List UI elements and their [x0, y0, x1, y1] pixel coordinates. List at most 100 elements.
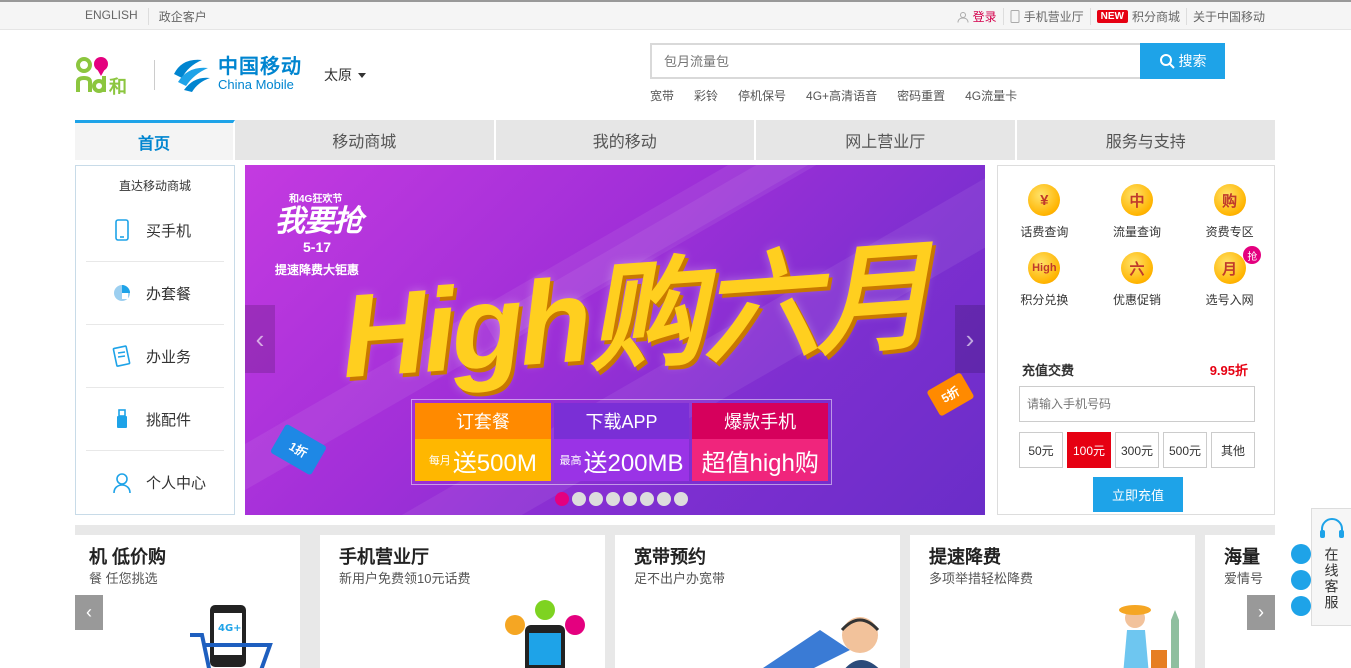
chevron-right-icon: › — [1258, 602, 1264, 622]
chevron-left-icon: ‹ — [86, 602, 92, 622]
hotword-link[interactable]: 彩铃 — [694, 87, 718, 104]
banner-dot[interactable] — [606, 492, 620, 506]
hot-tag-badge: 抢 — [1243, 246, 1262, 264]
hotword-link[interactable]: 密码重置 — [897, 87, 945, 104]
search-button-label: 搜索 — [1178, 53, 1207, 69]
search-bar: 搜索 — [650, 43, 1225, 79]
search-button[interactable]: 搜索 — [1140, 43, 1225, 79]
city-selector[interactable]: 太原 — [324, 65, 366, 85]
menu-item-buy-phone[interactable]: 买手机 — [86, 199, 224, 262]
banner-dot[interactable] — [555, 492, 569, 506]
banner-dot[interactable] — [657, 492, 671, 506]
promo-banner[interactable]: 和4G狂欢节 我要抢 5-17 提速降费大钜惠 High购六月 1折 5折 订套… — [245, 165, 985, 515]
logo-cn-text: 中国移动 — [218, 56, 302, 78]
menu-item-label: 个人中心 — [146, 475, 207, 492]
phone-number-input[interactable] — [1019, 386, 1255, 422]
amount-option[interactable]: 500元 — [1163, 432, 1207, 468]
menu-item-personal-center[interactable]: 个人中心 — [86, 451, 224, 514]
offer-detail: 每月 送500M — [415, 439, 551, 481]
phone-hall-link[interactable]: 手机营业厅 — [1004, 8, 1091, 25]
hotword-link[interactable]: 4G+高清语音 — [806, 87, 877, 104]
banner-next-button[interactable]: › — [955, 305, 985, 373]
quick-label: 资费专区 — [1205, 225, 1254, 239]
recharge-discount: 9.95折 — [1209, 363, 1248, 378]
china-mobile-text: 中国移动 China Mobile — [218, 56, 302, 92]
quick-number-select[interactable]: 月 抢 选号入网 — [1183, 246, 1276, 308]
online-service-button[interactable]: 在线客服 — [1311, 508, 1351, 626]
about-link[interactable]: 关于中国移动 — [1187, 8, 1271, 25]
top-bar-left: ENGLISH 政企客户 — [75, 8, 217, 25]
english-link[interactable]: ENGLISH — [75, 8, 149, 25]
amount-option-selected[interactable]: 100元 — [1067, 432, 1111, 468]
promo-icon: 六 — [1120, 252, 1153, 284]
banner-dot[interactable] — [623, 492, 637, 506]
quick-label: 话费查询 — [1020, 225, 1069, 239]
quick-data-query[interactable]: 中 流量查询 — [1091, 184, 1184, 240]
recharge-amounts: 50元 100元 300元 500元 其他 — [1019, 432, 1255, 468]
offer-app[interactable]: 下载APP 最高 送200MB — [553, 403, 690, 481]
quick-label: 选号入网 — [1205, 293, 1254, 307]
logo-en-text: China Mobile — [218, 77, 294, 92]
china-mobile-logo[interactable]: 中国移动 China Mobile — [168, 52, 318, 96]
recharge-now-button[interactable]: 立即充值 — [1093, 477, 1183, 512]
tariff-icon: 购 — [1213, 184, 1246, 216]
float-user-icon[interactable] — [1291, 544, 1311, 564]
headset-icon — [1319, 518, 1344, 538]
tab-online-hall[interactable]: 网上营业厅 — [756, 120, 1017, 160]
offer-package[interactable]: 订套餐 每月 送500M — [415, 403, 551, 481]
amount-option[interactable]: 300元 — [1115, 432, 1159, 468]
menu-item-accessories[interactable]: 挑配件 — [86, 388, 224, 451]
svg-text:和: 和 — [109, 77, 127, 96]
float-top-icon[interactable] — [1291, 596, 1311, 616]
banner-dot[interactable] — [572, 492, 586, 506]
offer-phone[interactable]: 爆款手机 超值high购 — [692, 403, 829, 481]
menu-item-business[interactable]: 办业务 — [86, 325, 224, 388]
mobile-icon — [1010, 10, 1020, 23]
carousel-prev-button[interactable]: ‹ — [75, 595, 103, 630]
about-label: 关于中国移动 — [1192, 10, 1265, 24]
and-logo[interactable]: 和 — [75, 52, 145, 96]
tab-mobile-mall[interactable]: 移动商城 — [235, 120, 496, 160]
quick-tariff-zone[interactable]: 购 资费专区 — [1183, 184, 1276, 240]
search-input[interactable] — [650, 43, 1140, 79]
amount-option[interactable]: 50元 — [1019, 432, 1063, 468]
card-title: 机 低价购 — [89, 547, 167, 567]
enterprise-link[interactable]: 政企客户 — [149, 8, 217, 25]
hot-keywords: 宽带 彩铃 停机保号 4G+高清语音 密码重置 4G流量卡 — [650, 87, 1017, 104]
feature-card[interactable]: 提速降费 多项举措轻松降费 — [910, 535, 1195, 668]
offer-prefix: 最高 — [559, 455, 582, 467]
banner-dot[interactable] — [640, 492, 654, 506]
hotword-link[interactable]: 4G流量卡 — [965, 87, 1017, 104]
quick-bill-query[interactable]: ¥ 话费查询 — [998, 184, 1091, 240]
tab-home[interactable]: 首页 — [75, 120, 235, 160]
feature-card[interactable]: 机 低价购 餐 任您挑选 4G+ — [75, 535, 300, 668]
banner-headline: High购六月 — [336, 230, 933, 404]
banner-offers: 订套餐 每月 送500M 下载APP 最高 送200MB 爆款手机 超值high购 — [411, 399, 832, 485]
service-panel: ¥ 话费查询 中 流量查询 购 资费专区 High 积分兑换 六 优惠促销 月 … — [997, 165, 1275, 515]
feature-card[interactable]: 手机营业厅 新用户免费领10元话费 — [320, 535, 605, 668]
carousel-next-button[interactable]: › — [1247, 595, 1275, 630]
card-title: 宽带预约 — [634, 547, 706, 567]
city-label: 太原 — [324, 67, 352, 83]
banner-dot[interactable] — [589, 492, 603, 506]
banner-prev-button[interactable]: ‹ — [245, 305, 275, 373]
hotword-link[interactable]: 停机保号 — [738, 87, 786, 104]
banner-dot[interactable] — [674, 492, 688, 506]
bill-icon: ¥ — [1028, 184, 1061, 216]
data-icon: 中 — [1120, 184, 1153, 216]
menu-item-package[interactable]: 办套餐 — [86, 262, 224, 325]
feature-card[interactable]: 宽带预约 足不出户办宽带 — [615, 535, 900, 668]
quick-label: 流量查询 — [1112, 225, 1161, 239]
tab-service-support[interactable]: 服务与支持 — [1017, 120, 1276, 160]
quick-points-exchange[interactable]: High 积分兑换 — [998, 252, 1091, 308]
points-mall-link[interactable]: NEW 积分商城 — [1091, 8, 1187, 25]
amount-option-other[interactable]: 其他 — [1211, 432, 1255, 468]
float-feedback-icon[interactable] — [1291, 570, 1311, 590]
recharge-title: 充值交费 — [1022, 363, 1075, 378]
menu-item-label: 挑配件 — [146, 411, 192, 429]
login-link[interactable]: 登录 — [951, 8, 1004, 25]
hotword-link[interactable]: 宽带 — [650, 87, 674, 104]
number-icon: 月 — [1213, 252, 1246, 284]
quick-promotions[interactable]: 六 优惠促销 — [1091, 252, 1184, 308]
tab-my-mobile[interactable]: 我的移动 — [496, 120, 756, 160]
